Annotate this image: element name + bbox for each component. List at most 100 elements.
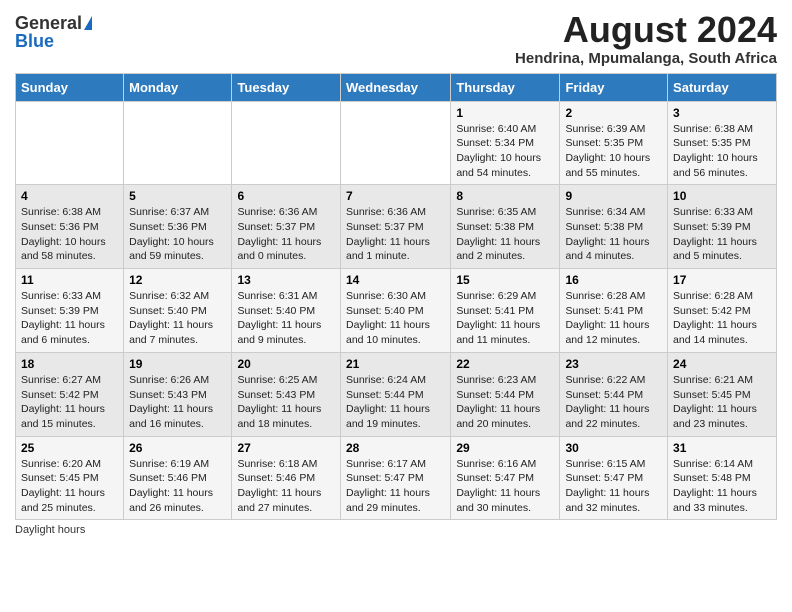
day-info: Sunrise: 6:37 AM Sunset: 5:36 PM Dayligh…	[129, 205, 226, 264]
main-title: August 2024	[515, 10, 777, 50]
weekday-tuesday: Tuesday	[232, 73, 341, 101]
week-row-3: 11 Sunrise: 6:33 AM Sunset: 5:39 PM Dayli…	[16, 269, 777, 353]
day-info: Sunrise: 6:25 AM Sunset: 5:43 PM Dayligh…	[237, 373, 335, 432]
day-number: 30	[565, 441, 662, 455]
calendar-cell: 18 Sunrise: 6:27 AM Sunset: 5:42 PM Dayli…	[16, 352, 124, 436]
day-number: 24	[673, 357, 771, 371]
calendar-cell	[232, 101, 341, 185]
day-info: Sunrise: 6:14 AM Sunset: 5:48 PM Dayligh…	[673, 457, 771, 516]
day-info: Sunrise: 6:18 AM Sunset: 5:46 PM Dayligh…	[237, 457, 335, 516]
day-info: Sunrise: 6:38 AM Sunset: 5:36 PM Dayligh…	[21, 205, 118, 264]
day-number: 4	[21, 189, 118, 203]
day-info: Sunrise: 6:32 AM Sunset: 5:40 PM Dayligh…	[129, 289, 226, 348]
day-info: Sunrise: 6:23 AM Sunset: 5:44 PM Dayligh…	[456, 373, 554, 432]
day-number: 21	[346, 357, 445, 371]
day-number: 11	[21, 273, 118, 287]
calendar-cell: 15Sunrise: 6:29 AM Sunset: 5:41 PM Dayli…	[451, 269, 560, 353]
day-number: 1	[456, 106, 554, 120]
day-number: 17	[673, 273, 771, 287]
calendar-table: SundayMondayTuesdayWednesdayThursdayFrid…	[15, 73, 777, 521]
subtitle: Hendrina, Mpumalanga, South Africa	[515, 50, 777, 67]
day-number: 23	[565, 357, 662, 371]
day-info: Sunrise: 6:28 AM Sunset: 5:41 PM Dayligh…	[565, 289, 662, 348]
week-row-4: 18 Sunrise: 6:27 AM Sunset: 5:42 PM Dayli…	[16, 352, 777, 436]
title-area: August 2024 Hendrina, Mpumalanga, South …	[515, 10, 777, 67]
day-info: Sunrise: 6:33 AM Sunset: 5:39 PM Dayligh…	[673, 205, 771, 264]
calendar-cell: 12 Sunrise: 6:32 AM Sunset: 5:40 PM Dayli…	[124, 269, 232, 353]
calendar-cell: 19Sunrise: 6:26 AM Sunset: 5:43 PM Dayli…	[124, 352, 232, 436]
logo: General Blue	[15, 10, 92, 50]
calendar-cell: 5 Sunrise: 6:37 AM Sunset: 5:36 PM Daylig…	[124, 185, 232, 269]
weekday-wednesday: Wednesday	[340, 73, 450, 101]
day-number: 14	[346, 273, 445, 287]
calendar-cell: 17 Sunrise: 6:28 AM Sunset: 5:42 PM Dayli…	[668, 269, 777, 353]
day-number: 7	[346, 189, 445, 203]
day-info: Sunrise: 6:29 AM Sunset: 5:41 PM Dayligh…	[456, 289, 554, 348]
day-info: Sunrise: 6:40 AM Sunset: 5:34 PM Dayligh…	[456, 122, 554, 181]
calendar-cell: 9 Sunrise: 6:34 AM Sunset: 5:38 PM Daylig…	[560, 185, 668, 269]
day-info: Sunrise: 6:22 AM Sunset: 5:44 PM Dayligh…	[565, 373, 662, 432]
day-info: Sunrise: 6:17 AM Sunset: 5:47 PM Dayligh…	[346, 457, 445, 516]
weekday-friday: Friday	[560, 73, 668, 101]
calendar-cell: 8Sunrise: 6:35 AM Sunset: 5:38 PM Daylig…	[451, 185, 560, 269]
day-info: Sunrise: 6:15 AM Sunset: 5:47 PM Dayligh…	[565, 457, 662, 516]
day-info: Sunrise: 6:27 AM Sunset: 5:42 PM Dayligh…	[21, 373, 118, 432]
day-info: Sunrise: 6:21 AM Sunset: 5:45 PM Dayligh…	[673, 373, 771, 432]
weekday-sunday: Sunday	[16, 73, 124, 101]
logo-blue: Blue	[15, 32, 54, 50]
day-info: Sunrise: 6:28 AM Sunset: 5:42 PM Dayligh…	[673, 289, 771, 348]
calendar-cell: 14 Sunrise: 6:30 AM Sunset: 5:40 PM Dayli…	[340, 269, 450, 353]
day-info: Sunrise: 6:31 AM Sunset: 5:40 PM Dayligh…	[237, 289, 335, 348]
day-info: Sunrise: 6:24 AM Sunset: 5:44 PM Dayligh…	[346, 373, 445, 432]
day-number: 12	[129, 273, 226, 287]
day-info: Sunrise: 6:34 AM Sunset: 5:38 PM Dayligh…	[565, 205, 662, 264]
day-info: Sunrise: 6:38 AM Sunset: 5:35 PM Dayligh…	[673, 122, 771, 181]
day-number: 27	[237, 441, 335, 455]
calendar-cell: 30 Sunrise: 6:15 AM Sunset: 5:47 PM Dayli…	[560, 436, 668, 520]
day-number: 3	[673, 106, 771, 120]
calendar-cell: 26 Sunrise: 6:19 AM Sunset: 5:46 PM Dayli…	[124, 436, 232, 520]
day-number: 9	[565, 189, 662, 203]
day-info: Sunrise: 6:19 AM Sunset: 5:46 PM Dayligh…	[129, 457, 226, 516]
daylight-label: Daylight hours	[15, 524, 85, 536]
day-number: 31	[673, 441, 771, 455]
calendar-cell: 29Sunrise: 6:16 AM Sunset: 5:47 PM Dayli…	[451, 436, 560, 520]
weekday-saturday: Saturday	[668, 73, 777, 101]
day-number: 20	[237, 357, 335, 371]
calendar-cell: 22 Sunrise: 6:23 AM Sunset: 5:44 PM Dayli…	[451, 352, 560, 436]
day-number: 18	[21, 357, 118, 371]
calendar-cell: 23 Sunrise: 6:22 AM Sunset: 5:44 PM Dayli…	[560, 352, 668, 436]
day-number: 10	[673, 189, 771, 203]
calendar-cell: 10 Sunrise: 6:33 AM Sunset: 5:39 PM Dayli…	[668, 185, 777, 269]
day-number: 29	[456, 441, 554, 455]
logo-general: General	[15, 14, 82, 32]
calendar-cell: 25Sunrise: 6:20 AM Sunset: 5:45 PM Dayli…	[16, 436, 124, 520]
calendar-cell: 31 Sunrise: 6:14 AM Sunset: 5:48 PM Dayli…	[668, 436, 777, 520]
day-number: 28	[346, 441, 445, 455]
calendar-cell: 13 Sunrise: 6:31 AM Sunset: 5:40 PM Dayli…	[232, 269, 341, 353]
day-number: 5	[129, 189, 226, 203]
day-info: Sunrise: 6:33 AM Sunset: 5:39 PM Dayligh…	[21, 289, 118, 348]
calendar-cell	[16, 101, 124, 185]
calendar-cell: 21 Sunrise: 6:24 AM Sunset: 5:44 PM Dayli…	[340, 352, 450, 436]
day-info: Sunrise: 6:30 AM Sunset: 5:40 PM Dayligh…	[346, 289, 445, 348]
day-info: Sunrise: 6:35 AM Sunset: 5:38 PM Dayligh…	[456, 205, 554, 264]
calendar-cell: 20 Sunrise: 6:25 AM Sunset: 5:43 PM Dayli…	[232, 352, 341, 436]
calendar-cell: 4 Sunrise: 6:38 AM Sunset: 5:36 PM Daylig…	[16, 185, 124, 269]
calendar-cell: 7 Sunrise: 6:36 AM Sunset: 5:37 PM Daylig…	[340, 185, 450, 269]
day-number: 26	[129, 441, 226, 455]
day-number: 13	[237, 273, 335, 287]
week-row-1: 1 Sunrise: 6:40 AM Sunset: 5:34 PM Daylig…	[16, 101, 777, 185]
calendar-cell: 28 Sunrise: 6:17 AM Sunset: 5:47 PM Dayli…	[340, 436, 450, 520]
week-row-2: 4 Sunrise: 6:38 AM Sunset: 5:36 PM Daylig…	[16, 185, 777, 269]
day-info: Sunrise: 6:39 AM Sunset: 5:35 PM Dayligh…	[565, 122, 662, 181]
footer-note: Daylight hours	[15, 524, 777, 536]
logo-triangle-icon	[84, 16, 92, 30]
calendar-cell: 24 Sunrise: 6:21 AM Sunset: 5:45 PM Dayli…	[668, 352, 777, 436]
day-info: Sunrise: 6:36 AM Sunset: 5:37 PM Dayligh…	[346, 205, 445, 264]
day-number: 22	[456, 357, 554, 371]
calendar-cell: 6Sunrise: 6:36 AM Sunset: 5:37 PM Daylig…	[232, 185, 341, 269]
day-number: 6	[237, 189, 335, 203]
day-info: Sunrise: 6:20 AM Sunset: 5:45 PM Dayligh…	[21, 457, 118, 516]
calendar-cell: 11 Sunrise: 6:33 AM Sunset: 5:39 PM Dayli…	[16, 269, 124, 353]
